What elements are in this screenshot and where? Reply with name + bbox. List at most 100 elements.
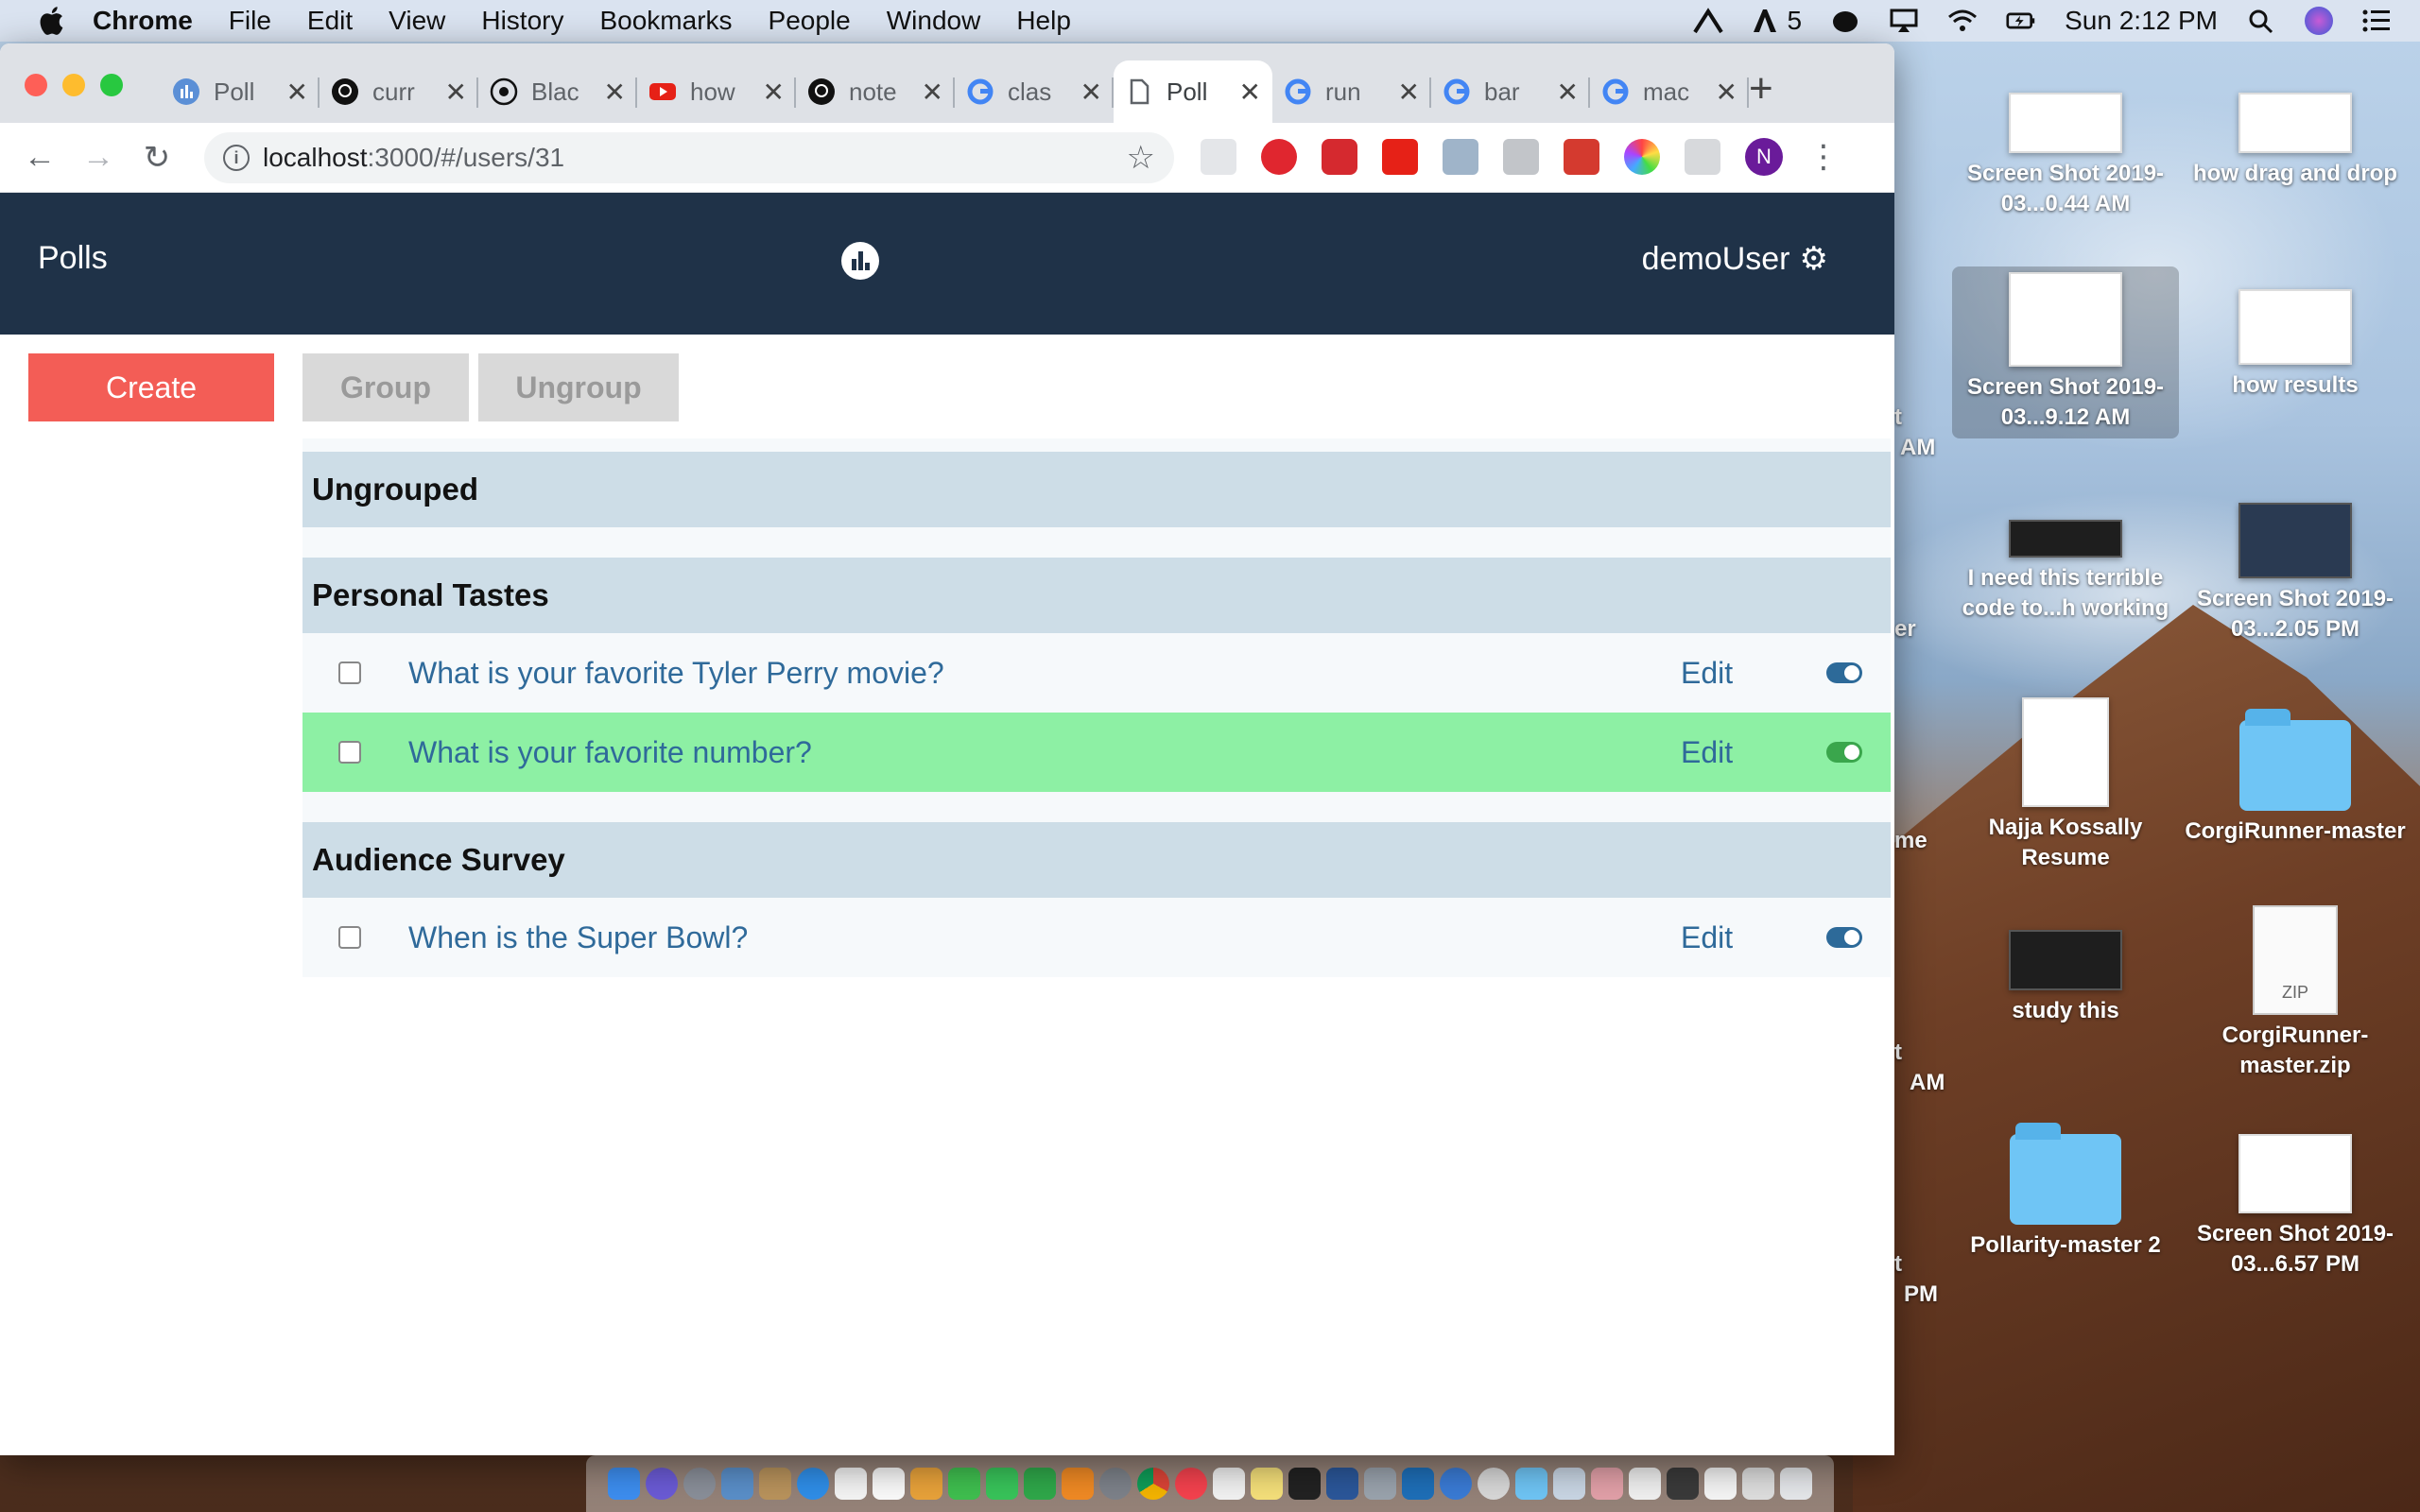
reminders-icon[interactable] <box>873 1468 905 1500</box>
browser-tab[interactable]: Blac ✕ <box>478 60 637 123</box>
messages-icon[interactable] <box>986 1468 1018 1500</box>
menu-window[interactable]: Window <box>887 6 981 36</box>
image-stack-icon[interactable] <box>1704 1468 1737 1500</box>
menu-history[interactable]: History <box>481 6 563 36</box>
close-tab-icon[interactable]: ✕ <box>1716 77 1737 108</box>
menu-file[interactable]: File <box>229 6 271 36</box>
menu-people[interactable]: People <box>769 6 851 36</box>
numbers-icon[interactable] <box>1024 1468 1056 1500</box>
news-icon[interactable] <box>1175 1468 1207 1500</box>
close-tab-icon[interactable]: ✕ <box>286 77 308 108</box>
vscode-icon[interactable] <box>1402 1468 1434 1500</box>
browser-tab[interactable]: clas ✕ <box>955 60 1114 123</box>
chrome-icon[interactable] <box>1137 1468 1169 1500</box>
siri-icon[interactable] <box>2305 7 2333 35</box>
profile-avatar[interactable]: N <box>1745 138 1783 176</box>
desktop-item[interactable]: CorgiRunner-master <box>2182 709 2409 847</box>
menu-view[interactable]: View <box>389 6 445 36</box>
image-stack-icon[interactable] <box>1591 1468 1623 1500</box>
browser-tab[interactable]: how ✕ <box>637 60 796 123</box>
finder-icon[interactable] <box>608 1468 640 1500</box>
browser-tab[interactable]: curr ✕ <box>320 60 478 123</box>
trash-icon[interactable] <box>1780 1468 1812 1500</box>
monitor-extension-icon[interactable] <box>1503 139 1539 175</box>
close-tab-icon[interactable]: ✕ <box>763 77 785 108</box>
react-devtools-icon[interactable] <box>1564 139 1599 175</box>
close-tab-icon[interactable]: ✕ <box>922 77 943 108</box>
music-icon[interactable] <box>1213 1468 1245 1500</box>
download-extension-icon[interactable] <box>1443 139 1478 175</box>
poll-question-link[interactable]: When is the Super Bowl? <box>408 920 748 955</box>
wifi-icon[interactable] <box>1947 8 1978 34</box>
stop-hand-extension-icon[interactable] <box>1261 139 1297 175</box>
poll-active-toggle[interactable] <box>1826 927 1862 948</box>
puzzle-extension-icon[interactable] <box>1685 139 1720 175</box>
adblock-plus-icon[interactable] <box>1322 139 1357 175</box>
poll-active-toggle[interactable] <box>1826 662 1862 683</box>
desktop-item[interactable]: Pollarity-master 2 <box>1952 1123 2179 1261</box>
menu-edit[interactable]: Edit <box>307 6 353 36</box>
image-stack-icon[interactable] <box>1742 1468 1774 1500</box>
browser-tab-active[interactable]: Poll ✕ <box>1114 60 1272 123</box>
terminal-icon[interactable] <box>1288 1468 1321 1500</box>
desktop-item[interactable]: how results <box>2182 289 2409 401</box>
books-icon[interactable] <box>1062 1468 1094 1500</box>
user-menu[interactable]: demoUser ⚙ <box>1642 240 1828 278</box>
desktop-item[interactable]: how drag and drop <box>2182 93 2409 189</box>
reload-icon[interactable]: ↻ <box>138 139 176 177</box>
siri-dock-icon[interactable] <box>646 1468 678 1500</box>
site-info-icon[interactable]: i <box>223 145 250 171</box>
edit-poll-link[interactable]: Edit <box>1681 920 1733 955</box>
close-tab-icon[interactable]: ✕ <box>1557 77 1579 108</box>
desktop-item[interactable]: I need this terrible code to...h working <box>1952 520 2179 624</box>
browser-tab[interactable]: note ✕ <box>796 60 955 123</box>
poll-active-toggle[interactable] <box>1826 742 1862 763</box>
ungroup-button[interactable]: Ungroup <box>478 353 679 421</box>
vpn-icon[interactable] <box>1692 8 1723 34</box>
bookmark-star-icon[interactable]: ☆ <box>1127 139 1155 177</box>
gear-icon[interactable]: ⚙ <box>1800 240 1828 278</box>
group-button[interactable]: Group <box>302 353 469 421</box>
zoom-window-button[interactable] <box>100 74 123 96</box>
word-icon[interactable] <box>1326 1468 1358 1500</box>
forward-arrow-icon[interactable]: → <box>79 139 117 177</box>
xcode-icon[interactable] <box>1440 1468 1472 1500</box>
downloads-folder-icon[interactable] <box>1515 1468 1547 1500</box>
launchpad-icon[interactable] <box>683 1468 716 1500</box>
facetime-icon[interactable] <box>948 1468 980 1500</box>
browser-tab[interactable]: run ✕ <box>1272 60 1431 123</box>
poll-checkbox[interactable] <box>338 926 361 949</box>
cloud-extension-icon[interactable] <box>1201 139 1236 175</box>
app-title[interactable]: Polls <box>38 240 108 277</box>
safari-icon[interactable] <box>797 1468 829 1500</box>
airplay-icon[interactable] <box>1889 8 1919 34</box>
close-tab-icon[interactable]: ✕ <box>1080 77 1102 108</box>
menu-bookmarks[interactable]: Bookmarks <box>599 6 732 36</box>
desktop-item-selected[interactable]: Screen Shot 2019-03...9.12 AM <box>1952 266 2179 438</box>
close-tab-icon[interactable]: ✕ <box>1239 77 1261 108</box>
stickies-icon[interactable] <box>1251 1468 1283 1500</box>
close-window-button[interactable] <box>25 74 47 96</box>
apple-logo-icon[interactable] <box>36 4 70 38</box>
create-button[interactable]: Create <box>28 353 274 421</box>
edit-poll-link[interactable]: Edit <box>1681 735 1733 770</box>
poll-checkbox[interactable] <box>338 662 361 684</box>
more-menu-icon[interactable]: ⋮ <box>1807 138 1840 176</box>
poll-question-link[interactable]: What is your favorite number? <box>408 735 812 770</box>
photos-icon[interactable] <box>910 1468 942 1500</box>
color-picker-icon[interactable] <box>1624 139 1660 175</box>
desktop-item[interactable]: study this <box>1952 930 2179 1026</box>
image-stack-icon[interactable] <box>1667 1468 1699 1500</box>
back-arrow-icon[interactable]: ← <box>21 139 59 177</box>
calendar-icon[interactable] <box>835 1468 867 1500</box>
polls-logo-icon[interactable] <box>841 242 879 280</box>
preview-icon[interactable] <box>721 1468 753 1500</box>
edit-poll-link[interactable]: Edit <box>1681 656 1733 691</box>
minimize-window-button[interactable] <box>62 74 85 96</box>
battery-charging-icon[interactable] <box>2006 8 2036 34</box>
poll-checkbox[interactable] <box>338 741 361 764</box>
spotlight-search-icon[interactable] <box>2246 8 2276 34</box>
desktop-item[interactable]: Screen Shot 2019-03...6.57 PM <box>2182 1134 2409 1280</box>
browser-tab[interactable]: bar ✕ <box>1431 60 1590 123</box>
new-tab-button[interactable]: + <box>1749 68 1773 110</box>
